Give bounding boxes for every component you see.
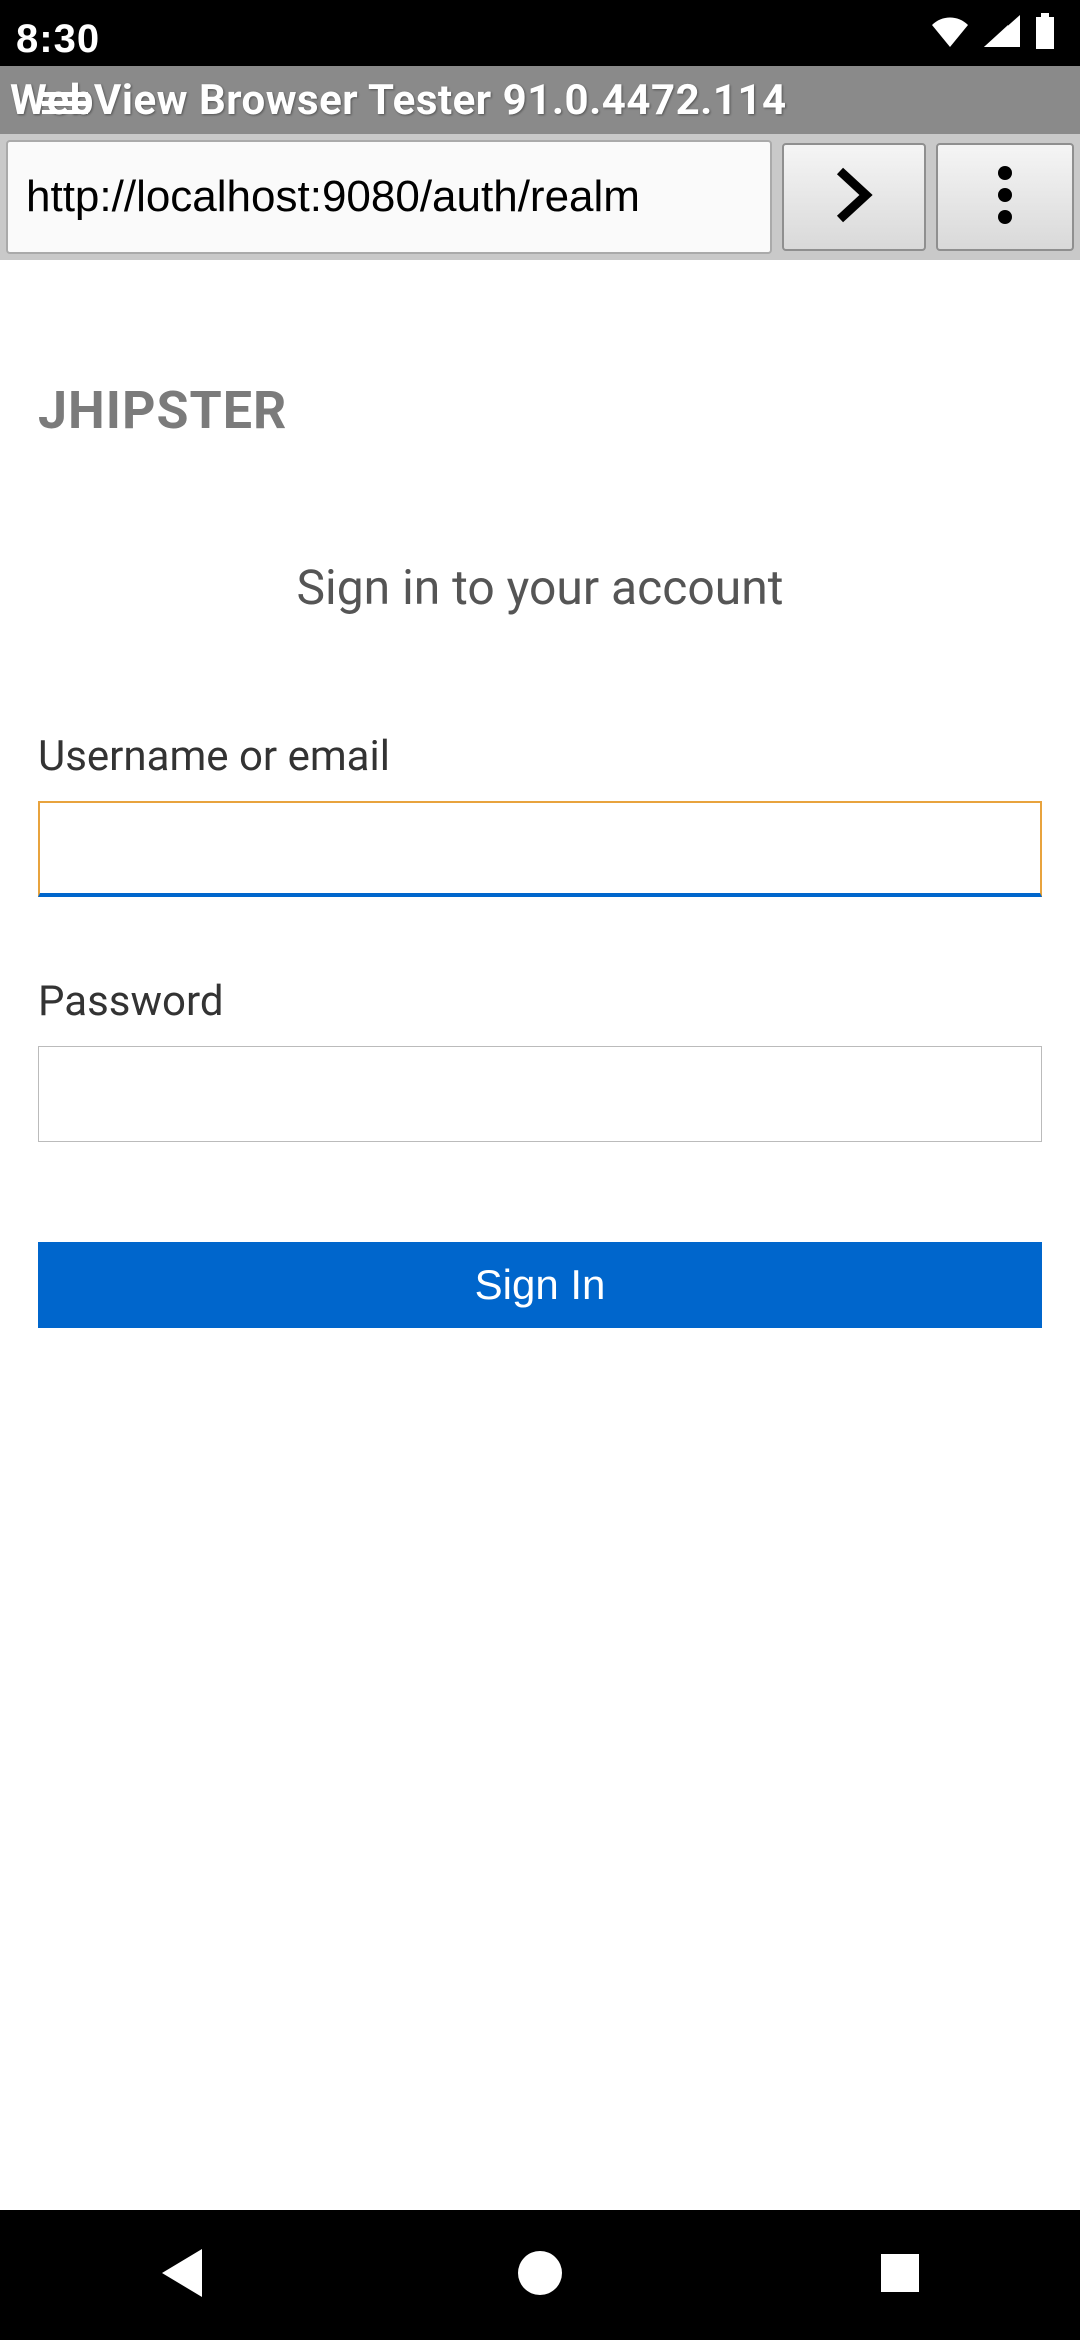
status-time: 8:30 <box>16 17 100 62</box>
nav-home-button[interactable] <box>440 2210 640 2340</box>
signal-icon <box>984 15 1020 51</box>
app-title: WebView Browser Tester 91.0.4472.114 <box>10 76 787 125</box>
login-form: Username or email Password Sign In <box>38 732 1042 1328</box>
username-label: Username or email <box>38 732 1042 781</box>
go-button[interactable] <box>782 143 926 251</box>
password-label: Password <box>38 977 1042 1026</box>
triangle-back-icon <box>158 2249 202 2301</box>
wifi-icon <box>930 15 970 51</box>
square-recent-icon <box>879 2252 921 2298</box>
chevron-right-icon <box>832 167 876 227</box>
circle-home-icon <box>516 2249 564 2301</box>
app-title-bar: WebView Browser Tester 91.0.4472.114 <box>0 66 1080 134</box>
password-group: Password <box>38 977 1042 1142</box>
signin-button[interactable]: Sign In <box>38 1242 1042 1328</box>
hamburger-icon <box>42 92 88 118</box>
nav-back-button[interactable] <box>80 2210 280 2340</box>
url-input[interactable] <box>6 140 772 254</box>
battery-icon <box>1034 13 1056 53</box>
realm-title: JHIPSTER <box>38 380 1042 441</box>
login-content: JHIPSTER Sign in to your account Usernam… <box>0 380 1080 1328</box>
status-bar: 8:30 <box>0 0 1080 66</box>
username-input[interactable] <box>38 801 1042 897</box>
signin-heading: Sign in to your account <box>38 559 1042 616</box>
url-toolbar <box>0 134 1080 260</box>
password-input[interactable] <box>38 1046 1042 1142</box>
username-group: Username or email <box>38 732 1042 897</box>
status-icons <box>930 13 1056 53</box>
overflow-menu-button[interactable] <box>936 143 1074 251</box>
system-nav-bar <box>0 2210 1080 2340</box>
page-body: JHIPSTER Sign in to your account Usernam… <box>0 260 1080 2210</box>
kebab-icon <box>997 165 1013 229</box>
nav-recent-button[interactable] <box>800 2210 1000 2340</box>
